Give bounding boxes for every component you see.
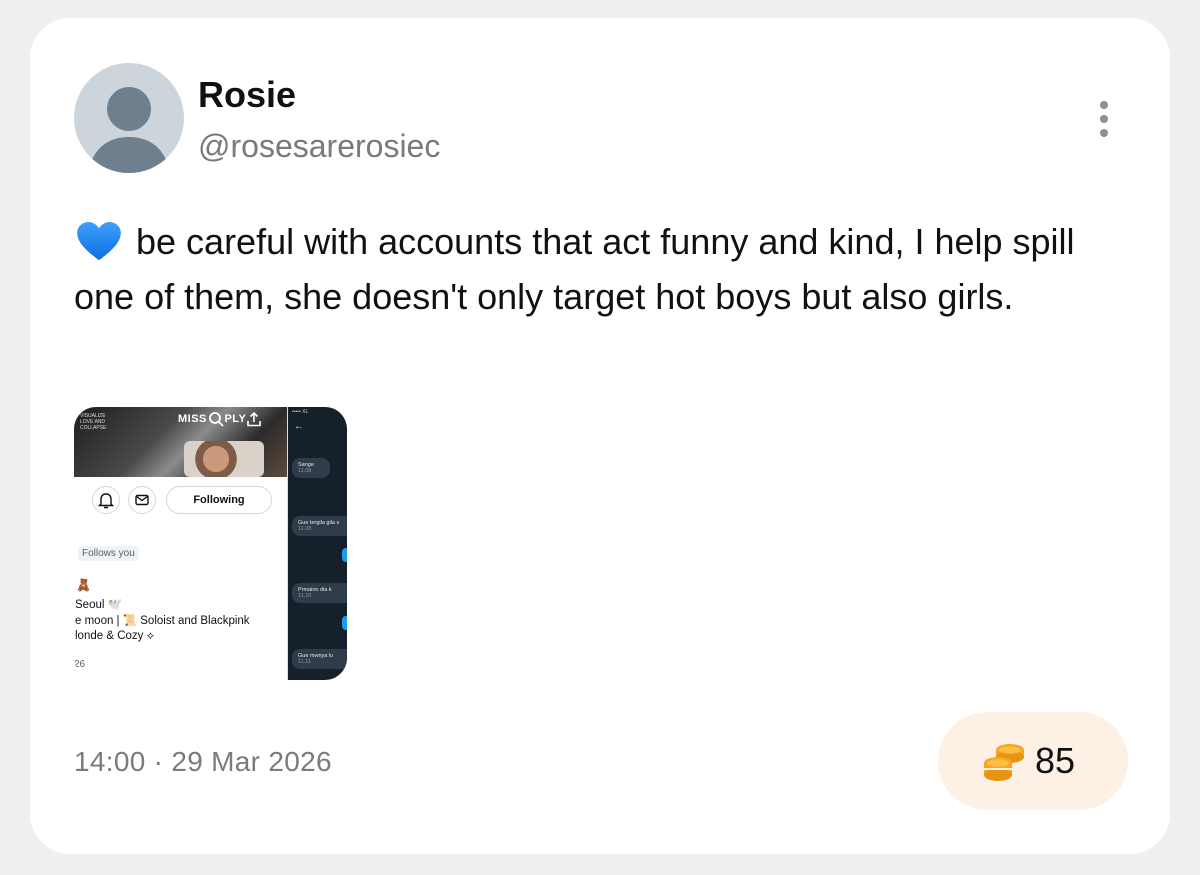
- chat-status-bar: ••••• XL: [292, 409, 309, 415]
- post-text: be careful with accounts that act funny …: [74, 214, 1134, 324]
- avatar[interactable]: [74, 63, 184, 173]
- coin-count: 85: [1035, 740, 1076, 781]
- share-icon: [247, 411, 261, 427]
- outgoing-bubble: [342, 548, 347, 562]
- teddy-bear-icon: 🧸: [76, 578, 91, 592]
- screenshot-chat-pane: ••••• XL ← Sange 11.08 Gue tergila gila s…: [288, 407, 347, 680]
- bio-line: e moon | 📜 Soloist and Blackpink: [75, 615, 250, 627]
- mail-icon: [128, 486, 156, 514]
- author-handle[interactable]: @rosesarerosiec: [198, 128, 440, 165]
- banner-photo: [184, 441, 264, 477]
- notifications-bell-icon: [92, 486, 120, 514]
- following-button: Following: [166, 486, 272, 514]
- chat-bubble: Gue tergila gila s 11.08: [292, 516, 347, 536]
- outgoing-bubble: [342, 616, 347, 630]
- bio-date: 26: [74, 659, 86, 670]
- more-options-button[interactable]: [1092, 100, 1116, 140]
- post-card: Rosie @rosesarerosiec be careful with ac…: [30, 18, 1170, 854]
- bio-line: londe & Cozy ⟡: [75, 630, 155, 642]
- post-body: be careful with accounts that act funny …: [74, 221, 1075, 317]
- search-icon: [209, 412, 224, 427]
- coin-stack-icon: [984, 744, 1024, 781]
- screenshot-profile-pane: VISUALIZE LOVE AND COLLAPSE MISS PLY Fol…: [74, 407, 288, 680]
- default-avatar-icon: [88, 87, 170, 173]
- post-timestamp[interactable]: 14:00 · 29 Mar 2026: [74, 746, 332, 778]
- back-arrow-icon: ←: [294, 421, 304, 432]
- coin-button[interactable]: 85: [938, 712, 1128, 810]
- chat-bubble: Sange 11.08: [292, 458, 330, 478]
- banner-small-text: VISUALIZE LOVE AND COLLAPSE: [80, 413, 107, 431]
- more-vertical-icon: [1100, 101, 1108, 137]
- bio-line: Seoul 🕊️: [75, 599, 122, 611]
- chat-bubble: Prmainn dia k 11.10: [292, 583, 347, 603]
- chat-bubble: Gue mwnya lu 11.11: [292, 649, 347, 669]
- attached-image[interactable]: VISUALIZE LOVE AND COLLAPSE MISS PLY Fol…: [74, 407, 347, 680]
- blue-heart-icon: [77, 222, 121, 261]
- screenshot-banner: VISUALIZE LOVE AND COLLAPSE MISS PLY: [74, 407, 287, 477]
- author-name[interactable]: Rosie: [198, 74, 296, 116]
- follows-you-badge: Follows you: [78, 546, 139, 561]
